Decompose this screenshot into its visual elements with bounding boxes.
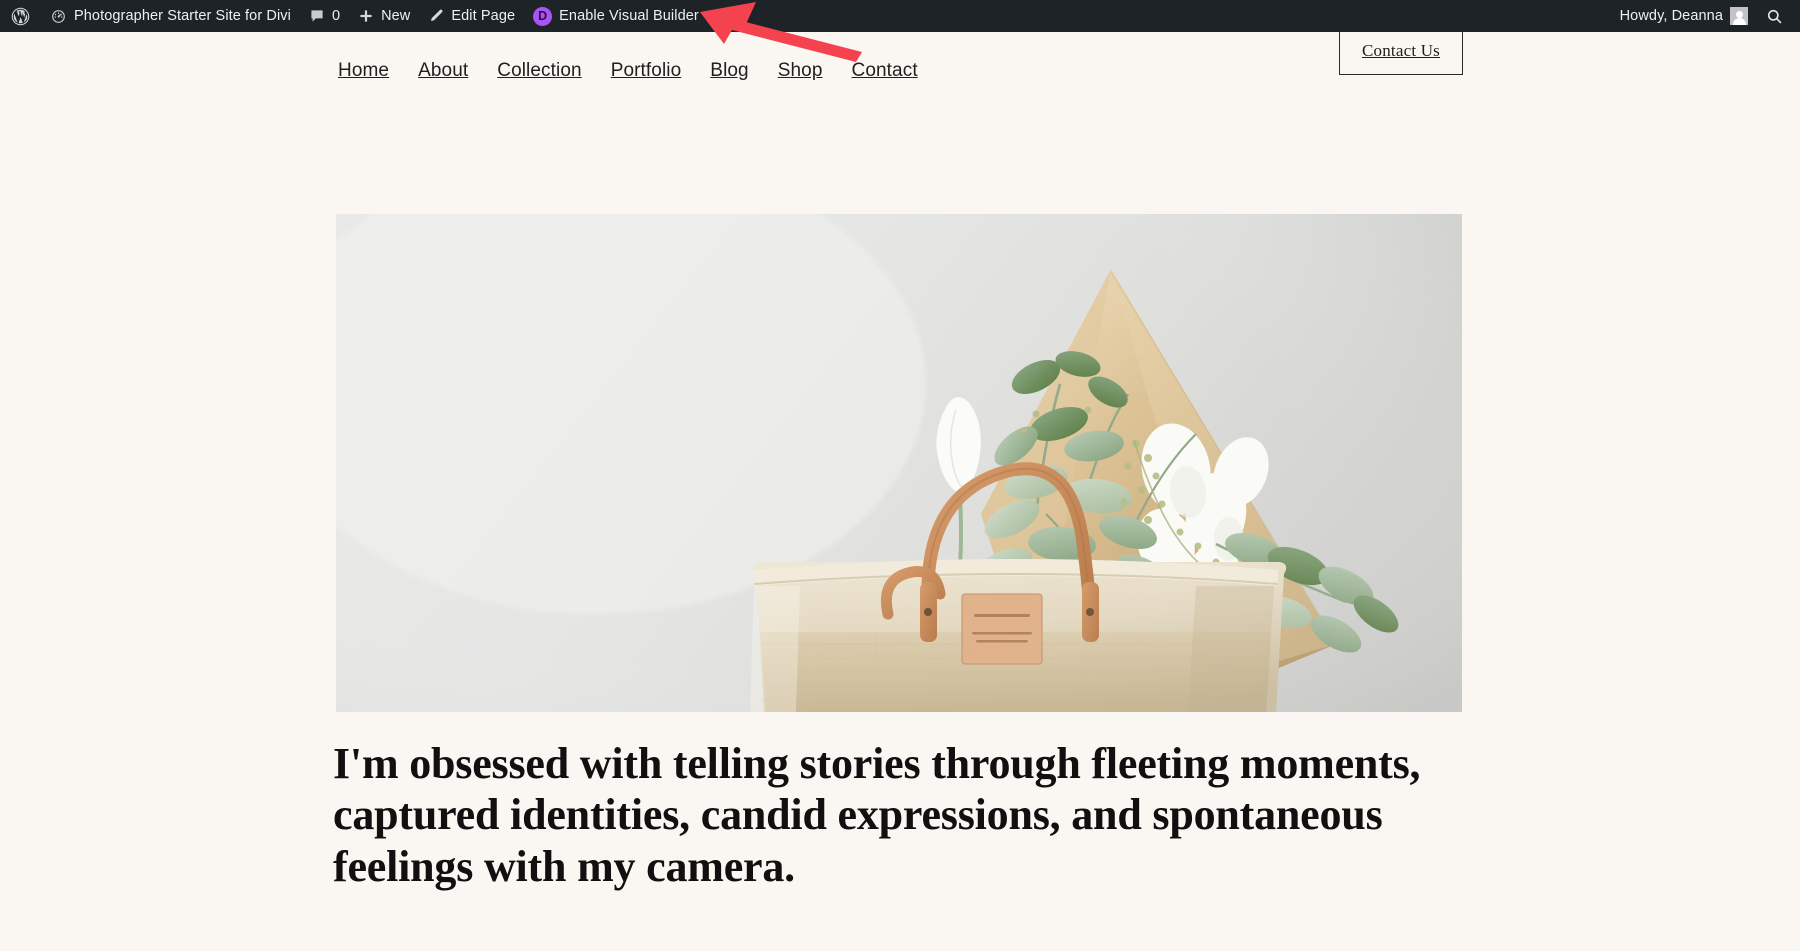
comments-menu[interactable]: 0: [300, 0, 349, 32]
nav-item-contact[interactable]: Contact: [850, 56, 920, 86]
site-name-label: Photographer Starter Site for Divi: [74, 8, 291, 24]
nav-item-portfolio[interactable]: Portfolio: [609, 56, 684, 86]
nav-item-blog[interactable]: Blog: [708, 56, 750, 86]
pencil-icon: [428, 8, 444, 24]
comments-count: 0: [331, 8, 341, 24]
enable-visual-builder-menu[interactable]: D Enable Visual Builder: [524, 0, 708, 32]
plus-icon: [358, 8, 374, 24]
comment-bubble-icon: [309, 8, 325, 24]
enable-visual-builder-label: Enable Visual Builder: [559, 8, 699, 24]
edit-page-label: Edit Page: [451, 8, 516, 24]
dashboard-speedometer-icon: [50, 8, 67, 25]
primary-navigation: Home About Collection Portfolio Blog Sho…: [336, 56, 920, 86]
wp-admin-bar: Photographer Starter Site for Divi 0 New: [0, 0, 1800, 32]
divi-logo-icon: D: [533, 6, 553, 26]
search-icon: [1766, 8, 1783, 25]
edit-page-menu[interactable]: Edit Page: [419, 0, 524, 32]
admin-bar-left-group: Photographer Starter Site for Divi 0 New: [0, 0, 708, 32]
wordpress-logo-icon: [10, 6, 31, 27]
new-content-label: New: [381, 8, 411, 24]
hero-heading: I'm obsessed with telling stories throug…: [333, 739, 1421, 891]
nav-item-about[interactable]: About: [416, 56, 470, 86]
site-header: Home About Collection Portfolio Blog Sho…: [0, 32, 1800, 110]
new-content-menu[interactable]: New: [349, 0, 419, 32]
admin-bar-right-group: Howdy, Deanna: [1611, 0, 1800, 32]
contact-us-button[interactable]: Contact Us: [1339, 27, 1463, 75]
admin-bar-search-button[interactable]: [1757, 0, 1792, 32]
nav-item-home[interactable]: Home: [336, 56, 391, 86]
user-avatar-icon: [1730, 7, 1748, 25]
wp-logo-menu[interactable]: [0, 0, 41, 32]
nav-item-shop[interactable]: Shop: [776, 56, 825, 86]
hero-image: [336, 214, 1462, 712]
site-name-menu[interactable]: Photographer Starter Site for Divi: [41, 0, 300, 32]
nav-item-collection[interactable]: Collection: [495, 56, 583, 86]
howdy-label: Howdy, Deanna: [1619, 8, 1723, 24]
my-account-menu[interactable]: Howdy, Deanna: [1611, 0, 1757, 32]
